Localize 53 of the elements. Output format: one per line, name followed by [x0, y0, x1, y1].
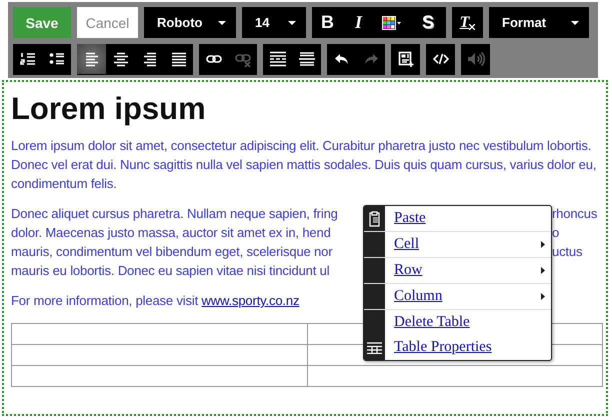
paragraph-line: uctus	[552, 243, 582, 261]
caret-icon	[218, 20, 226, 24]
menu-item[interactable]: Row	[364, 258, 551, 284]
align-right-icon	[142, 51, 158, 67]
submenu-arrow-icon	[541, 293, 545, 300]
bullet-list-icon	[48, 51, 64, 67]
website-link[interactable]: www.sporty.co.nz	[202, 293, 300, 308]
paragraph-line: o	[552, 224, 560, 242]
shadow-button[interactable]: S	[410, 7, 446, 38]
dropdown[interactable]: Roboto	[144, 7, 236, 38]
numbered-list-icon	[20, 51, 36, 67]
paragraph-line: mauris, condimentum vel bibendum eget, scelerisque nor	[11, 243, 334, 261]
unlink-icon	[234, 51, 250, 67]
clipboard-icon	[368, 210, 381, 226]
menu-item[interactable]: Table Properties	[364, 335, 551, 360]
paragraph: For more information, please visit www.sporty.co.nz	[11, 292, 300, 310]
caret-icon	[571, 20, 579, 24]
menu-item[interactable]: Paste	[364, 206, 551, 232]
menu-item[interactable]: Delete Table	[364, 310, 551, 335]
heading: Lorem ipsum	[11, 91, 207, 127]
horizontal-rule-icon	[298, 51, 316, 67]
paragraph: Lorem ipsum dolor sit amet, consectetur adipiscing elit. Curabitur pharetra justo nec vestibulum lobortis. Donec vel erat dui. Nunc sagittis nulla vel sapien mattis sodales. Duis quis quam cursus, varius dolor eu, condimentum felis.	[11, 137, 598, 193]
dropdown[interactable]: Format	[489, 7, 589, 38]
table-cell[interactable]	[12, 366, 307, 386]
clear-format-button[interactable]: T	[452, 7, 483, 38]
italic-button[interactable]: I	[343, 7, 374, 38]
submenu-arrow-icon	[541, 241, 545, 248]
bold-button[interactable]: B	[312, 7, 343, 38]
close-icon	[469, 24, 476, 30]
save-button[interactable]: Save	[13, 7, 71, 38]
paragraph-line: Donec aliquet cursus pharetra. Nullam neque sapien, fring	[11, 205, 339, 223]
alignleft-button[interactable]	[77, 44, 106, 74]
cancel-button[interactable]: Cancel	[77, 7, 138, 38]
table-icon	[367, 342, 382, 354]
template-icon	[398, 51, 414, 67]
palette-icon	[382, 14, 402, 30]
justify-icon	[170, 51, 186, 67]
table-cell[interactable]	[12, 344, 307, 366]
table-cell[interactable]	[12, 324, 307, 344]
align-left-icon	[84, 51, 100, 67]
menu-item[interactable]: Cell	[364, 232, 551, 258]
paragraph-line: dolor. Maecenas justo massa, auctor sit amet ex in, hend	[11, 224, 332, 242]
caret-icon	[288, 20, 296, 24]
code-icon	[432, 51, 448, 67]
dashed-lines-icon	[268, 51, 286, 67]
dropdown[interactable]: 14	[242, 7, 306, 38]
submenu-arrow-icon	[541, 267, 545, 274]
speaker-icon	[466, 51, 484, 67]
align-center-icon	[112, 51, 128, 67]
table-cell[interactable]	[307, 366, 602, 386]
paragraph-line: rhoncus	[552, 205, 598, 223]
menu-item[interactable]: Column	[364, 284, 551, 310]
paragraph-line: mauris eu lobortis. Donec eu sapien vitae nisi tincidunt ul	[11, 262, 330, 280]
